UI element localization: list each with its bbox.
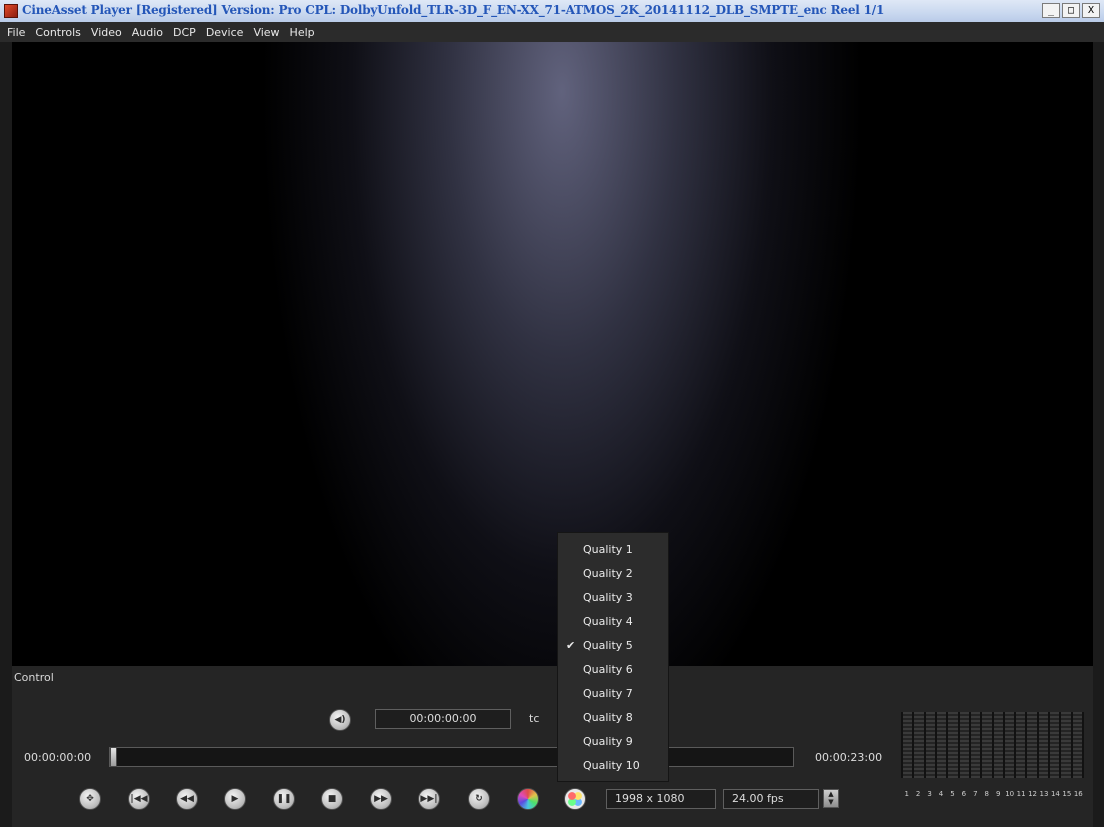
meter-channel-13 [1038,712,1049,778]
channel-label: 3 [927,790,932,798]
channel-label: 14 [1050,790,1060,798]
resolution-field: 1998 x 1080 [606,789,716,809]
pause-icon[interactable]: ❚❚ [273,788,295,810]
menu-controls[interactable]: Controls [32,26,88,39]
menu-bar: File Controls Video Audio DCP Device Vie… [0,22,1104,42]
meter-channel-15 [1061,712,1071,778]
meter-channel-14 [1050,712,1060,778]
meter-channel-8 [982,712,992,778]
quality-option-label: Quality 10 [583,759,640,772]
fps-spinner[interactable]: ▲ ▼ [823,789,839,808]
channel-label: 12 [1028,790,1037,798]
quality-option-label: Quality 8 [583,711,633,724]
channel-label: 2 [915,790,921,798]
quality-option-10[interactable]: Quality 10 [558,754,668,778]
meter-channel-4 [936,712,947,778]
color-wheel-icon[interactable] [517,788,539,810]
menu-dcp[interactable]: DCP [170,26,203,39]
close-button[interactable]: X [1082,3,1100,18]
rewind-icon[interactable]: ◀◀ [176,788,198,810]
quality-option-label: Quality 1 [583,543,633,556]
timeline-slider[interactable] [109,747,794,767]
meter-channel-6 [959,712,969,778]
channel-label: 13 [1039,790,1049,798]
playhead[interactable] [110,747,117,767]
loop-icon[interactable]: ↻ [468,788,490,810]
window-controls: _ □ X [1042,3,1100,18]
channel-label: 11 [1016,790,1026,798]
quality-option-label: Quality 2 [583,567,633,580]
go-to-start-icon[interactable]: |◀◀ [128,788,150,810]
start-time: 00:00:00:00 [24,751,92,764]
channel-label: 8 [984,790,990,798]
channel-label: 9 [995,790,1001,798]
control-panel: Control ◀) 00:00:00:00 tc 00:00:00:00 00… [12,666,1093,827]
menu-video[interactable]: Video [88,26,129,39]
audio-level-meters [901,712,1084,778]
quality-option-label: Quality 7 [583,687,633,700]
go-to-end-icon[interactable]: ▶▶| [418,788,440,810]
meter-channel-2 [914,712,924,778]
quality-option-label: Quality 9 [583,735,633,748]
channel-label: 7 [973,790,978,798]
app-icon[interactable] [4,4,18,18]
fps-field[interactable]: 24.00 fps [723,789,819,809]
meter-channel-11 [1016,712,1026,778]
quality-option-5[interactable]: ✔ Quality 5 [558,634,668,658]
meter-channel-3 [925,712,935,778]
quality-option-9[interactable]: Quality 9 [558,730,668,754]
channel-label: 4 [938,790,944,798]
tc-label: tc [529,712,540,725]
quality-option-7[interactable]: Quality 7 [558,682,668,706]
channel-label: 6 [961,790,967,798]
quality-option-3[interactable]: Quality 3 [558,586,668,610]
quality-option-label: Quality 6 [583,663,633,676]
channel-labels: 1 2 3 4 5 6 7 8 9 10 11 12 13 14 15 16 [901,790,1084,798]
quality-option-6[interactable]: Quality 6 [558,658,668,682]
video-viewport[interactable] [12,42,1093,666]
window-title: CineAsset Player [Registered] Version: P… [22,3,885,17]
quality-option-8[interactable]: Quality 8 [558,706,668,730]
channel-label: 10 [1005,790,1015,798]
meter-channel-7 [970,712,981,778]
menu-device[interactable]: Device [203,26,251,39]
speaker-icon[interactable]: ◀) [329,709,351,731]
quality-option-2[interactable]: Quality 2 [558,562,668,586]
quality-option-label: Quality 3 [583,591,633,604]
meter-channel-1 [903,712,913,778]
meter-channel-16 [1072,712,1082,778]
meter-channel-5 [948,712,958,778]
quality-option-1[interactable]: Quality 1 [558,538,668,562]
stop-icon[interactable]: ■ [321,788,343,810]
title-bar: CineAsset Player [Registered] Version: P… [0,0,1104,23]
meter-channel-10 [1004,712,1015,778]
menu-file[interactable]: File [4,26,32,39]
maximize-button[interactable]: □ [1062,3,1080,18]
meter-channel-12 [1027,712,1037,778]
channel-label: 1 [904,790,909,798]
channel-label: 5 [950,790,955,798]
timecode-field[interactable]: 00:00:00:00 [375,709,511,729]
quality-option-label: Quality 4 [583,615,633,628]
fast-forward-icon[interactable]: ▶▶ [370,788,392,810]
quality-menu: Quality 1 Quality 2 Quality 3 Quality 4 … [557,532,669,782]
play-icon[interactable]: ▶ [224,788,246,810]
move-icon[interactable]: ✥ [79,788,101,810]
quality-icon[interactable] [564,788,586,810]
quality-option-4[interactable]: Quality 4 [558,610,668,634]
menu-view[interactable]: View [250,26,286,39]
menu-audio[interactable]: Audio [129,26,170,39]
minimize-button[interactable]: _ [1042,3,1060,18]
control-panel-title: Control [14,671,54,684]
end-time: 00:00:23:00 [815,751,883,764]
quality-option-label: Quality 5 [583,639,633,652]
menu-help[interactable]: Help [287,26,322,39]
check-icon: ✔ [566,639,576,652]
meter-channel-9 [993,712,1003,778]
channel-label: 16 [1073,790,1083,798]
channel-label: 15 [1062,790,1072,798]
